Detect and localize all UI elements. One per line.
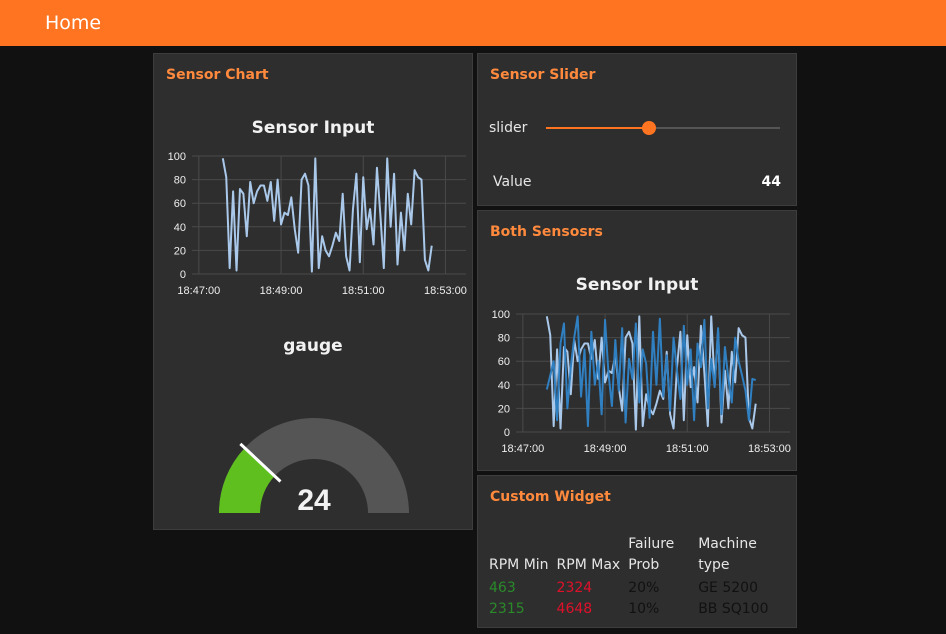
x-tick-label: 18:47:00 [177, 285, 220, 297]
x-tick-label: 18:49:00 [260, 285, 303, 297]
machine-table: RPM Min RPM Max Failure Prob Machine typ… [489, 534, 778, 620]
slider-fill [546, 127, 649, 129]
slider-label: slider [489, 120, 528, 136]
table-row: 2315 4648 10% BB SQ100 [489, 599, 778, 620]
chart-title: Sensor Input [575, 275, 699, 295]
x-tick-label: 18:53:00 [424, 285, 467, 297]
card-title: Sensor Chart [166, 67, 269, 83]
sensor-chart-card: Sensor Chart Sensor Input 0 20 40 60 80 100 18… [153, 53, 473, 530]
machine-type-cell: GE 5200 [698, 580, 758, 596]
card-title: Sensor Slider [490, 67, 596, 83]
x-tick-label: 18:47:00 [501, 443, 544, 455]
column-header: RPM Max [556, 557, 621, 573]
y-tick-label: 100 [168, 151, 186, 163]
rpm-max-cell: 2324 [556, 580, 593, 596]
gauge-value: 24 [297, 484, 331, 517]
sensor-input-chart: 0 20 40 60 80 100 18:47:00 18:49:00 18:51:00 18:5… [168, 151, 467, 297]
rpm-min-cell: 463 [489, 580, 516, 596]
y-tick-label: 40 [498, 380, 510, 392]
x-tick-label: 18:51:00 [342, 285, 385, 297]
x-tick-label: 18:53:00 [748, 443, 791, 455]
y-tick-label: 60 [174, 198, 186, 210]
failure-prob-cell: 10% [628, 601, 660, 617]
slider-thumb[interactable] [641, 121, 656, 135]
column-header: Failure Prob [628, 536, 675, 573]
table-header-row: RPM Min RPM Max Failure Prob Machine typ… [489, 534, 778, 578]
y-tick-label: 60 [498, 356, 510, 368]
card-title: Custom Widget [490, 489, 611, 505]
top-bar: Home [0, 0, 946, 46]
card-title: Both Sensosrs [490, 224, 603, 240]
value-display: 44 [761, 174, 781, 190]
chart-title: Sensor Input [251, 118, 375, 138]
y-tick-label: 20 [174, 245, 186, 257]
both-sensors-card: Both Sensosrs Sensor Input 0 20 40 60 80 100 1… [477, 210, 797, 471]
y-tick-label: 100 [492, 309, 510, 321]
slider-track[interactable] [546, 121, 780, 135]
value-label: Value [493, 174, 532, 190]
y-tick-label: 0 [504, 427, 510, 439]
rpm-min-cell: 2315 [489, 601, 525, 617]
machine-type-cell: BB SQ100 [698, 601, 769, 617]
series-line-1 [221, 157, 433, 273]
custom-widget-card: Custom Widget RPM Min RPM Max Failure Pr… [477, 475, 797, 628]
table-row: 463 2324 20% GE 5200 [489, 578, 778, 599]
column-header: Machine type [698, 536, 757, 573]
y-tick-label: 80 [498, 333, 510, 345]
x-tick-label: 18:51:00 [666, 443, 709, 455]
y-tick-label: 80 [174, 175, 186, 187]
page-title: Home [45, 12, 102, 34]
gauge-title: gauge [283, 336, 343, 356]
both-sensors-chart: 0 20 40 60 80 100 18:47:00 18:49:00 18:51:00 18:5… [492, 309, 791, 455]
sensor-slider-card: Sensor Slider slider Value 44 [477, 53, 797, 206]
y-tick-label: 0 [180, 269, 186, 281]
gauge: 24units0100 [219, 418, 409, 517]
rpm-max-cell: 4648 [556, 601, 593, 617]
column-header: RPM Min [489, 557, 549, 573]
x-tick-label: 18:49:00 [584, 443, 627, 455]
y-tick-label: 40 [174, 222, 186, 234]
failure-prob-cell: 20% [628, 580, 660, 596]
y-tick-label: 20 [498, 403, 510, 415]
